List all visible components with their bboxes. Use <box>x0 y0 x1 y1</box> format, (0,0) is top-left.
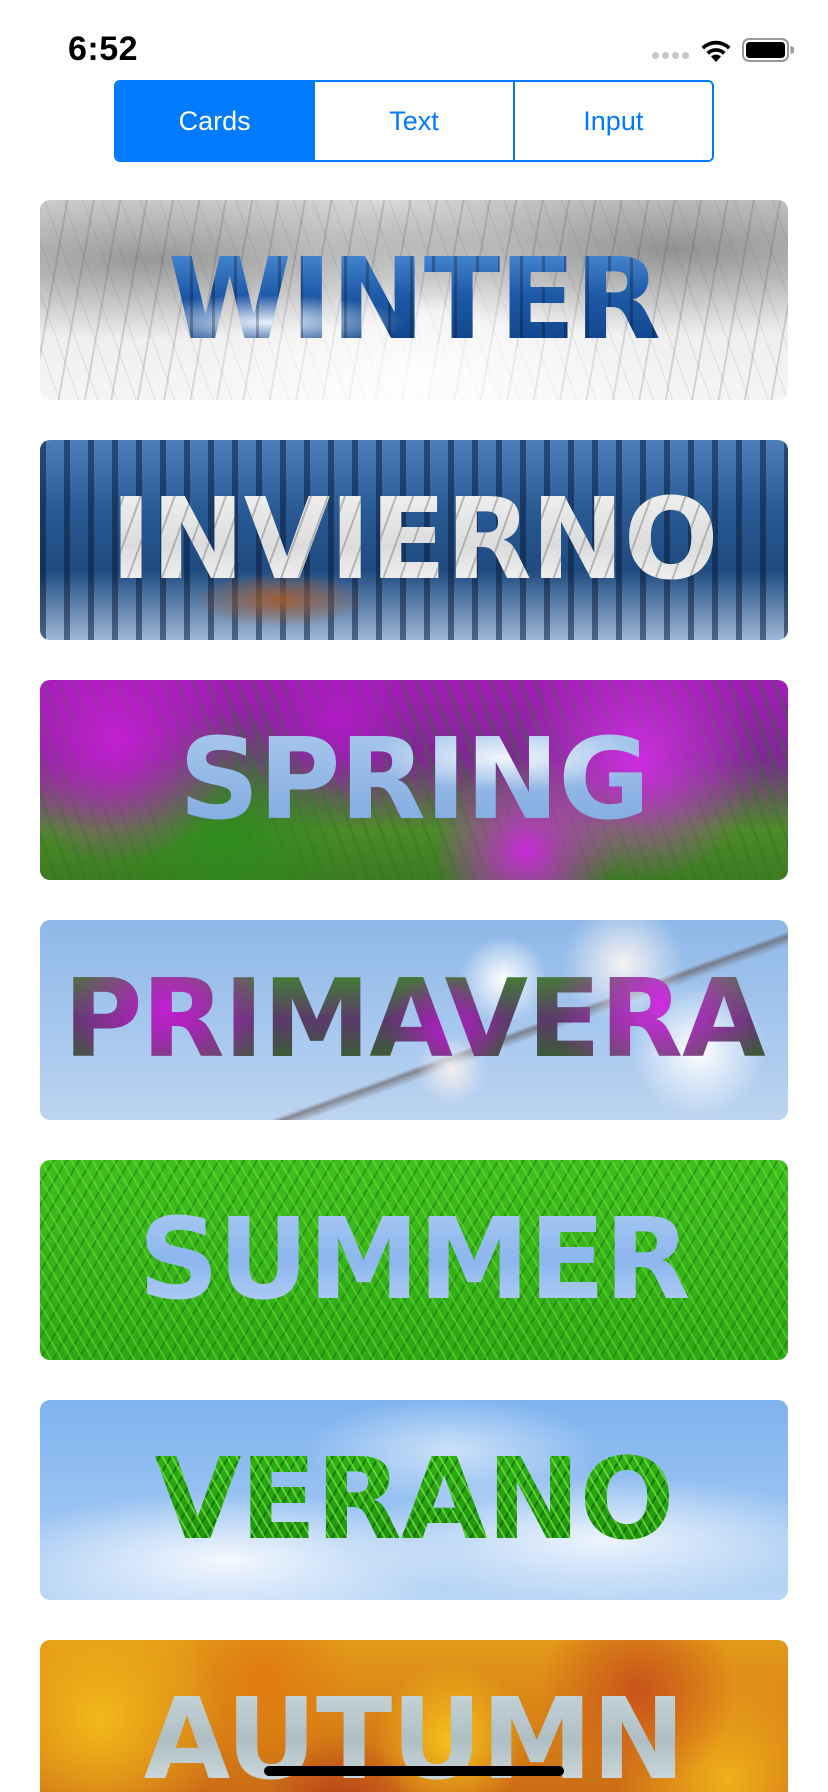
card-spring[interactable]: SPRING <box>40 680 788 880</box>
battery-icon <box>742 38 794 62</box>
card-word: SUMMER <box>138 1195 690 1325</box>
cards-list: WINTER INVIERNO SPRING PRIMAVERA SUMMER … <box>40 200 788 1792</box>
card-invierno[interactable]: INVIERNO <box>40 440 788 640</box>
status-time: 6:52 <box>68 30 139 68</box>
card-winter[interactable]: WINTER <box>40 200 788 400</box>
home-indicator[interactable] <box>264 1766 564 1776</box>
cellular-signal-icon <box>652 52 692 62</box>
card-primavera[interactable]: PRIMAVERA <box>40 920 788 1120</box>
card-word: PRIMAVERA <box>63 957 765 1082</box>
wifi-icon <box>701 40 731 62</box>
segment-input[interactable]: Input <box>514 82 712 160</box>
segment-text[interactable]: Text <box>315 82 515 160</box>
card-verano[interactable]: VERANO <box>40 1400 788 1600</box>
card-word: SPRING <box>178 715 650 845</box>
screen: 6:52 Cards Text Input WINTER INVIERNO SP… <box>0 0 828 1792</box>
card-summer[interactable]: SUMMER <box>40 1160 788 1360</box>
card-word: WINTER <box>167 235 661 365</box>
segmented-control: Cards Text Input <box>114 80 714 162</box>
status-bar: 6:52 <box>0 0 828 80</box>
segment-cards[interactable]: Cards <box>116 82 316 160</box>
card-word: VERANO <box>154 1435 674 1565</box>
card-word: INVIERNO <box>110 475 718 605</box>
